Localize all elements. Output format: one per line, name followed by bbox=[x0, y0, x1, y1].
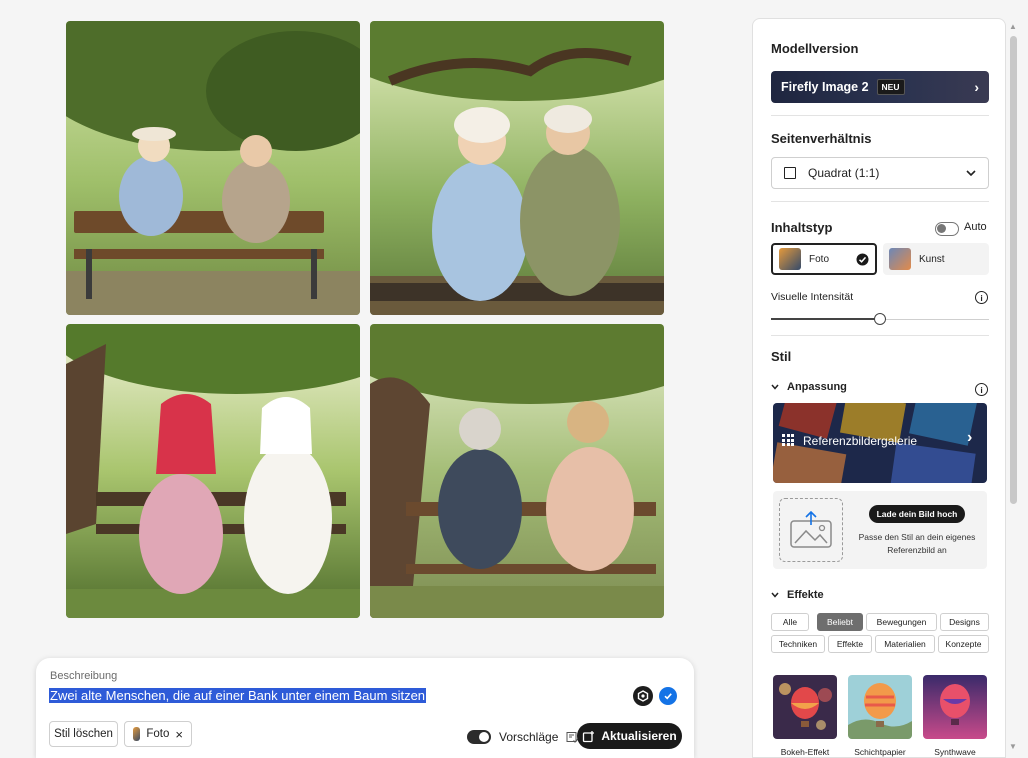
generative-credits-icon[interactable] bbox=[633, 686, 653, 706]
filter-alle[interactable]: Alle bbox=[771, 613, 809, 631]
divider bbox=[771, 335, 989, 336]
info-icon[interactable]: i bbox=[975, 291, 988, 304]
chevron-down-icon bbox=[771, 592, 779, 598]
reference-gallery-label: Referenzbildergalerie bbox=[803, 434, 918, 448]
style-chip-foto[interactable]: Foto × bbox=[124, 721, 192, 747]
divider bbox=[771, 115, 989, 116]
content-type-kunst-label: Kunst bbox=[919, 253, 945, 265]
image-result-1[interactable] bbox=[66, 21, 360, 315]
upload-image-icon bbox=[790, 511, 832, 548]
panel-scrollbar[interactable]: ▲ ▼ bbox=[1006, 20, 1024, 758]
update-button-label: Aktualisieren bbox=[601, 729, 677, 743]
scroll-up-icon[interactable]: ▲ bbox=[1009, 22, 1017, 31]
effects-label: Effekte bbox=[787, 589, 824, 601]
aspect-ratio-title: Seitenverhältnis bbox=[771, 131, 872, 146]
suggestions-toggle[interactable] bbox=[467, 730, 491, 744]
effect-layered-paper-label: Schichtpapier bbox=[854, 747, 906, 757]
effects-section-toggle[interactable]: Effekte bbox=[771, 589, 824, 601]
upload-reference-area[interactable]: Lade dein Bild hoch Passe den Stil an de… bbox=[773, 491, 987, 569]
square-icon bbox=[784, 167, 796, 179]
confirm-check-icon[interactable] bbox=[659, 687, 677, 705]
effect-synthwave-thumbnail bbox=[923, 675, 987, 739]
kunst-thumbnail bbox=[889, 248, 911, 270]
filter-bewegungen[interactable]: Bewegungen bbox=[866, 613, 937, 631]
effect-layered-paper[interactable]: Schichtpapier bbox=[848, 675, 912, 757]
chip-close-icon[interactable]: × bbox=[175, 727, 183, 742]
foto-thumbnail bbox=[133, 727, 141, 741]
aspect-ratio-value: Quadrat (1:1) bbox=[808, 166, 880, 180]
suggestions-label: Vorschläge bbox=[499, 730, 559, 744]
chevron-right-icon: › bbox=[974, 79, 979, 95]
customize-label: Anpassung bbox=[787, 381, 847, 393]
settings-panel: Modellversion Firefly Image 2 NEU › Seit… bbox=[752, 18, 1006, 758]
upload-hint: Passe den Stil an dein eigenes Referenzb… bbox=[858, 532, 976, 555]
suggestions-control: Vorschläge bbox=[467, 730, 579, 744]
reference-gallery-button[interactable]: Referenzbildergalerie › bbox=[773, 403, 987, 483]
customize-section-toggle[interactable]: Anpassung bbox=[771, 381, 847, 393]
slider-handle[interactable] bbox=[874, 313, 886, 325]
aspect-ratio-select[interactable]: Quadrat (1:1) bbox=[771, 157, 989, 189]
prompt-input[interactable]: Zwei alte Menschen, die auf einer Bank u… bbox=[49, 688, 427, 703]
model-version-button[interactable]: Firefly Image 2 NEU › bbox=[771, 71, 989, 103]
grid-icon bbox=[782, 434, 794, 446]
filter-beliebt[interactable]: Beliebt bbox=[817, 613, 863, 631]
filter-techniken[interactable]: Techniken bbox=[771, 635, 825, 653]
upload-image-button[interactable]: Lade dein Bild hoch bbox=[869, 505, 965, 523]
model-name: Firefly Image 2 bbox=[781, 80, 869, 94]
filter-designs[interactable]: Designs bbox=[940, 613, 989, 631]
toggle-knob bbox=[479, 732, 489, 742]
new-badge: NEU bbox=[876, 79, 905, 95]
upload-dropzone[interactable] bbox=[779, 498, 843, 562]
content-type-foto[interactable]: Foto bbox=[771, 243, 877, 275]
style-title: Stil bbox=[771, 349, 792, 364]
image-result-3-picture bbox=[66, 324, 360, 618]
content-type-foto-label: Foto bbox=[809, 253, 830, 265]
divider bbox=[771, 201, 989, 202]
prompt-bar: Beschreibung Zwei alte Menschen, die auf… bbox=[36, 658, 694, 758]
content-type-title: Inhaltstyp bbox=[771, 220, 833, 235]
style-chip-label: Foto bbox=[146, 728, 170, 740]
clear-style-button[interactable]: Stil löschen bbox=[49, 721, 118, 747]
chevron-right-icon: › bbox=[967, 429, 973, 446]
image-result-2[interactable] bbox=[370, 21, 664, 315]
slider-fill bbox=[771, 318, 880, 320]
model-version-title: Modellversion bbox=[771, 41, 859, 56]
refresh-sparkle-icon bbox=[583, 730, 595, 742]
effect-synthwave[interactable]: Synthwave bbox=[923, 675, 987, 757]
image-result-4[interactable] bbox=[370, 324, 664, 618]
scroll-down-icon[interactable]: ▼ bbox=[1009, 742, 1017, 751]
effect-bokeh-label: Bokeh-Effekt bbox=[780, 747, 830, 757]
content-type-kunst[interactable]: Kunst bbox=[883, 243, 989, 275]
effect-layered-paper-thumbnail bbox=[848, 675, 912, 739]
info-icon[interactable]: i bbox=[975, 383, 988, 396]
filter-effekte[interactable]: Effekte bbox=[828, 635, 872, 653]
scrollbar-thumb[interactable] bbox=[1010, 36, 1017, 504]
image-result-3[interactable] bbox=[66, 324, 360, 618]
auto-label: Auto bbox=[964, 221, 987, 233]
visual-intensity-label: Visuelle Intensität bbox=[771, 291, 854, 303]
chevron-down-icon bbox=[966, 170, 976, 176]
update-button[interactable]: Aktualisieren bbox=[577, 723, 682, 749]
image-result-2-picture bbox=[370, 21, 664, 315]
auto-toggle[interactable] bbox=[935, 222, 959, 236]
chevron-down-icon bbox=[771, 384, 779, 390]
effect-bokeh[interactable]: Bokeh-Effekt bbox=[773, 675, 837, 757]
image-result-1-picture bbox=[66, 21, 360, 315]
filter-materialien[interactable]: Materialien bbox=[875, 635, 935, 653]
foto-thumbnail bbox=[779, 248, 801, 270]
filter-konzepte[interactable]: Konzepte bbox=[938, 635, 989, 653]
prompt-label: Beschreibung bbox=[50, 670, 118, 682]
effect-synthwave-label: Synthwave bbox=[934, 747, 976, 757]
toggle-knob bbox=[937, 224, 946, 233]
effect-bokeh-thumbnail bbox=[773, 675, 837, 739]
image-result-4-picture bbox=[370, 324, 664, 618]
check-circle-icon bbox=[856, 253, 869, 265]
